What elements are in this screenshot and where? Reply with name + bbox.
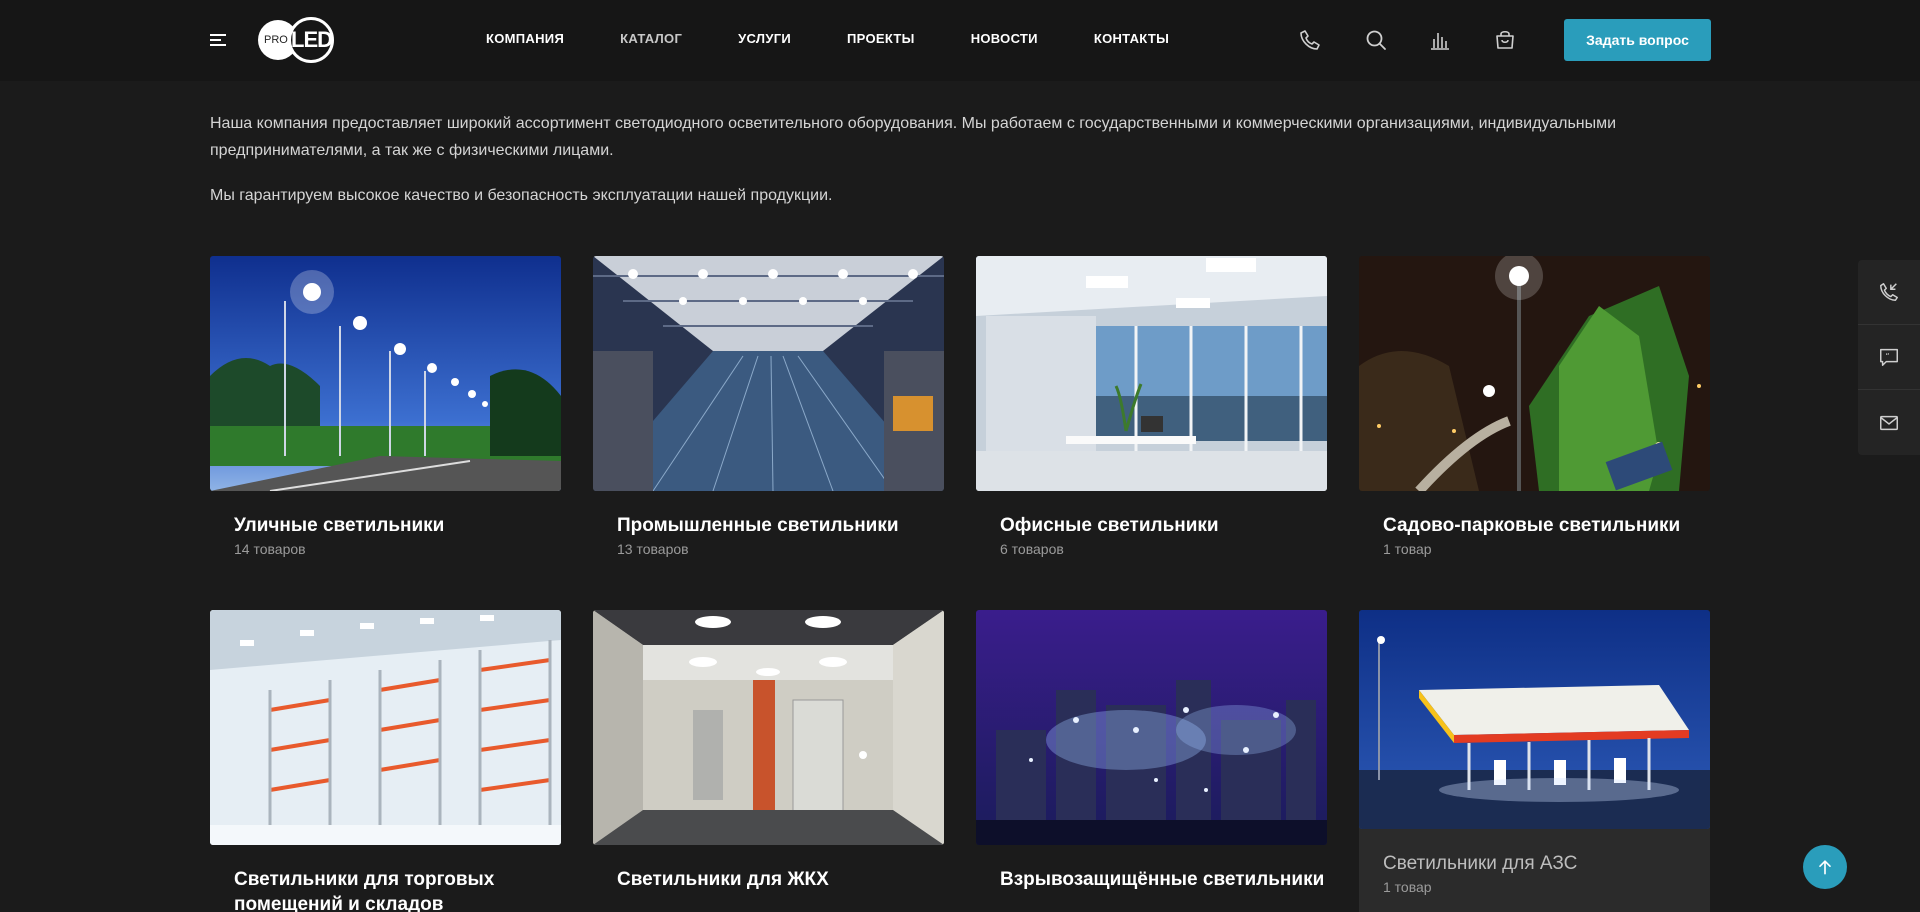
search-icon[interactable] <box>1364 28 1388 52</box>
nav-news[interactable]: НОВОСТИ <box>971 31 1038 46</box>
category-count: 1 товар <box>1383 879 1432 895</box>
arrow-up-icon <box>1819 860 1831 875</box>
logo-led-text: LED <box>291 27 333 52</box>
category-title[interactable]: Уличные светильники <box>234 513 561 538</box>
category-title[interactable]: Офисные светильники <box>1000 513 1327 538</box>
category-card[interactable]: Уличные светильники 14 товаров <box>210 256 561 557</box>
category-count: 13 товаров <box>617 541 689 557</box>
category-title[interactable]: Светильники для торговых помещений и скл… <box>234 867 561 912</box>
intro-paragraph: Наша компания предоставляет широкий ассо… <box>210 115 1617 159</box>
callback-button[interactable] <box>1858 260 1920 325</box>
category-image-explosion-proof <box>976 610 1327 845</box>
nav-services[interactable]: УСЛУГИ <box>738 31 791 46</box>
svg-text:“: “ <box>1885 351 1889 361</box>
category-card[interactable]: Садово-парковые светильники 1 товар <box>1359 256 1710 557</box>
category-card[interactable]: Светильники для торговых помещений и скл… <box>210 610 561 912</box>
category-card[interactable]: Офисные светильники 6 товаров <box>976 256 1327 557</box>
category-card[interactable]: Взрывозащищённые светильники <box>976 610 1327 892</box>
site-logo[interactable]: PRO LED <box>258 17 336 63</box>
category-image-garden <box>1359 256 1710 491</box>
category-image-office <box>976 256 1327 491</box>
category-count: 14 товаров <box>234 541 306 557</box>
chat-button[interactable]: “ <box>1858 325 1920 390</box>
phone-icon[interactable] <box>1298 28 1322 52</box>
nav-company[interactable]: КОМПАНИЯ <box>486 31 564 46</box>
category-title[interactable]: Садово-парковые светильники <box>1383 513 1710 538</box>
category-count: 1 товар <box>1383 541 1432 557</box>
mail-button[interactable] <box>1858 390 1920 455</box>
compare-icon[interactable] <box>1428 28 1452 52</box>
category-card[interactable]: Светильники для ЖКХ <box>593 610 944 892</box>
category-card[interactable]: Светильники для АЗС 1 товар <box>1359 610 1710 912</box>
nav-projects[interactable]: ПРОЕКТЫ <box>847 31 915 46</box>
category-title[interactable]: Светильники для АЗС <box>1383 851 1710 876</box>
category-title[interactable]: Светильники для ЖКХ <box>617 867 944 892</box>
category-image-housing <box>593 610 944 845</box>
chat-icon: “ <box>1880 348 1898 366</box>
ask-question-button[interactable]: Задать вопрос <box>1564 19 1711 61</box>
site-header: PRO LED КОМПАНИЯ КАТАЛОГ УСЛУГИ ПРОЕКТЫ … <box>0 0 1920 81</box>
nav-contacts[interactable]: КОНТАКТЫ <box>1094 31 1169 46</box>
nav-catalog[interactable]: КАТАЛОГ <box>620 31 682 46</box>
category-title[interactable]: Промышленные светильники <box>617 513 944 538</box>
callback-icon <box>1880 283 1898 301</box>
category-image-warehouse <box>210 610 561 845</box>
side-contact-panel: “ <box>1858 260 1920 455</box>
mail-icon <box>1880 415 1898 430</box>
category-title[interactable]: Взрывозащищённые светильники <box>1000 867 1327 892</box>
category-image-street <box>210 256 561 491</box>
category-count: 6 товаров <box>1000 541 1064 557</box>
intro-guarantee: Мы гарантируем высокое качество и безопа… <box>210 187 833 204</box>
cart-icon[interactable] <box>1493 28 1517 52</box>
category-image-industrial <box>593 256 944 491</box>
category-image-gas-station <box>1359 610 1710 829</box>
main-nav: КОМПАНИЯ КАТАЛОГ УСЛУГИ ПРОЕКТЫ НОВОСТИ … <box>486 31 1225 46</box>
logo-pro-text: PRO <box>264 34 288 46</box>
scroll-to-top-button[interactable] <box>1803 845 1847 889</box>
menu-burger-icon[interactable] <box>210 34 226 46</box>
category-card[interactable]: Промышленные светильники 13 товаров <box>593 256 944 557</box>
